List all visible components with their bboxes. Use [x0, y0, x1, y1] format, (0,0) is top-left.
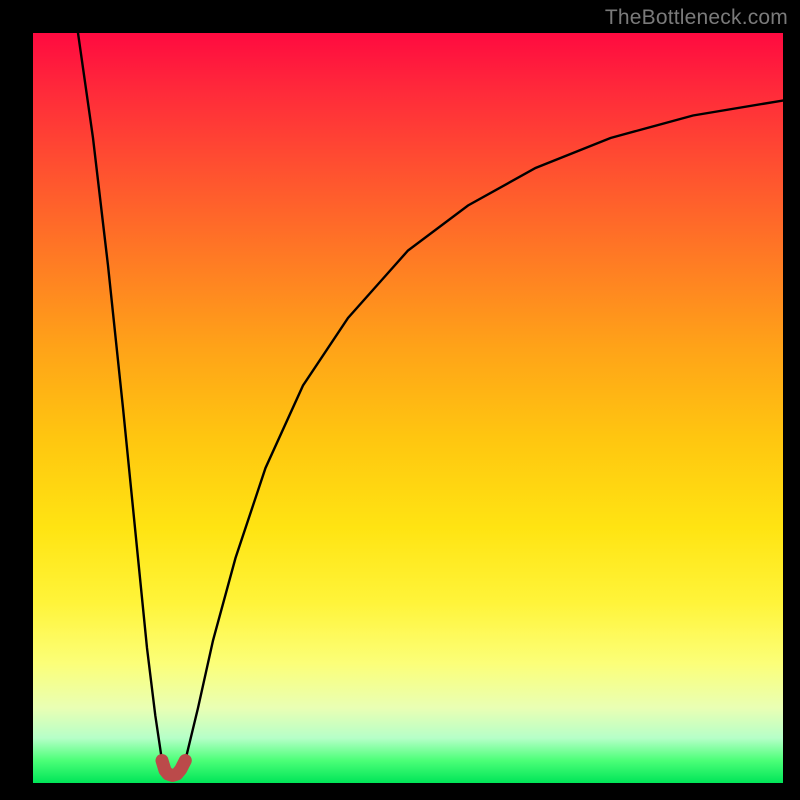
curve-layer	[33, 33, 783, 783]
curve-group	[78, 33, 783, 776]
curve-dip-highlight	[162, 761, 185, 776]
plot-area	[33, 33, 783, 783]
curve-right-branch	[185, 101, 783, 761]
watermark-text: TheBottleneck.com	[605, 6, 788, 30]
chart-frame: TheBottleneck.com	[0, 0, 800, 800]
curve-left-branch	[78, 33, 162, 761]
